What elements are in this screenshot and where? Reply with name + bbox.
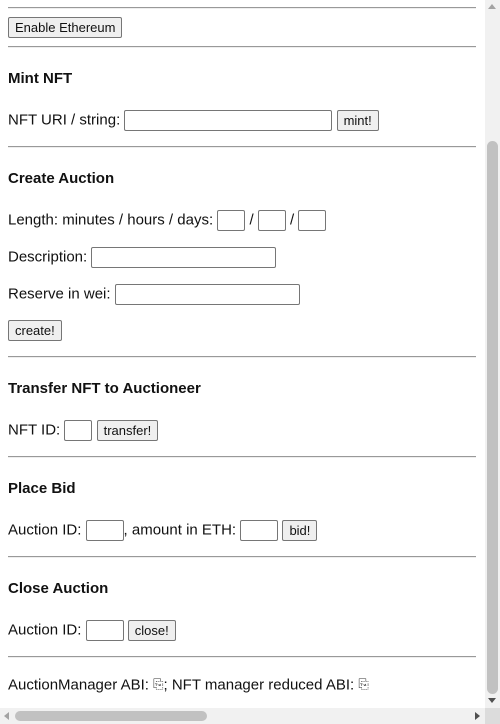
abi-separator: ; xyxy=(163,676,168,694)
reserve-input[interactable] xyxy=(114,283,300,305)
nft-id-input[interactable] xyxy=(64,419,93,441)
description-label: Description: xyxy=(8,248,88,266)
divider xyxy=(8,456,476,458)
bid-auction-id-label: Auction ID: xyxy=(8,521,82,539)
horizontal-scroll-thumb[interactable] xyxy=(15,711,207,721)
enable-ethereum-button[interactable]: Enable Ethereum xyxy=(8,17,123,38)
copy-icon[interactable]: ⎘ xyxy=(358,678,368,693)
reserve-row: Reserve in wei: xyxy=(8,283,300,305)
length-separator: / xyxy=(289,211,295,229)
length-label: Length: minutes / hours / days: xyxy=(8,211,214,229)
nft-manager-abi-label: NFT manager reduced ABI: xyxy=(171,676,355,694)
scroll-down-arrow-icon[interactable] xyxy=(488,698,496,703)
divider xyxy=(8,146,476,148)
nft-id-label: NFT ID: xyxy=(8,421,61,439)
amount-input[interactable] xyxy=(240,519,279,541)
place-bid-heading: Place Bid xyxy=(8,480,76,497)
hours-input[interactable] xyxy=(257,209,286,231)
transfer-row: NFT ID: transfer! xyxy=(8,419,159,441)
bid-auction-id-input[interactable] xyxy=(85,519,124,541)
abi-row: AuctionManager ABI: ⎘; NFT manager reduc… xyxy=(8,674,369,696)
minutes-input[interactable] xyxy=(217,209,246,231)
description-row: Description: xyxy=(8,246,277,268)
scrollbar-corner xyxy=(485,708,500,724)
nft-uri-label: NFT URI / string: xyxy=(8,111,121,129)
scroll-left-arrow-icon[interactable] xyxy=(4,712,9,720)
create-button[interactable]: create! xyxy=(8,320,62,341)
page-viewport: Enable Ethereum Mint NFT NFT URI / strin… xyxy=(0,0,485,708)
transfer-button[interactable]: transfer! xyxy=(96,419,159,441)
close-button[interactable]: close! xyxy=(127,619,176,641)
create-auction-heading: Create Auction xyxy=(8,170,115,187)
mint-row: NFT URI / string: mint! xyxy=(8,109,379,131)
mint-nft-heading: Mint NFT xyxy=(8,70,73,87)
amount-label: , amount in ETH: xyxy=(123,521,237,539)
copy-icon[interactable]: ⎘ xyxy=(153,678,163,693)
close-auction-heading: Close Auction xyxy=(8,580,109,597)
vertical-scrollbar[interactable] xyxy=(485,0,500,708)
description-input[interactable] xyxy=(91,246,277,268)
close-auction-id-label: Auction ID: xyxy=(8,621,82,639)
divider xyxy=(8,656,476,658)
scroll-right-arrow-icon[interactable] xyxy=(475,712,480,720)
close-auction-id-input[interactable] xyxy=(85,619,124,641)
horizontal-scrollbar[interactable] xyxy=(0,708,485,724)
reserve-label: Reserve in wei: xyxy=(8,285,111,303)
auction-manager-abi-label: AuctionManager ABI: xyxy=(8,676,149,694)
days-input[interactable] xyxy=(298,209,327,231)
bid-row: Auction ID: , amount in ETH: bid! xyxy=(8,519,318,541)
vertical-scroll-thumb[interactable] xyxy=(487,141,498,694)
length-row: Length: minutes / hours / days: / / xyxy=(8,209,327,231)
divider xyxy=(8,356,476,358)
divider xyxy=(8,7,476,9)
length-separator: / xyxy=(249,211,254,229)
close-row: Auction ID: close! xyxy=(8,619,176,641)
divider xyxy=(8,556,476,558)
mint-button[interactable]: mint! xyxy=(336,109,379,131)
divider xyxy=(8,46,476,48)
nft-uri-input[interactable] xyxy=(124,109,333,131)
bid-button[interactable]: bid! xyxy=(282,519,318,541)
scroll-up-arrow-icon[interactable] xyxy=(488,4,496,9)
transfer-heading: Transfer NFT to Auctioneer xyxy=(8,380,201,397)
